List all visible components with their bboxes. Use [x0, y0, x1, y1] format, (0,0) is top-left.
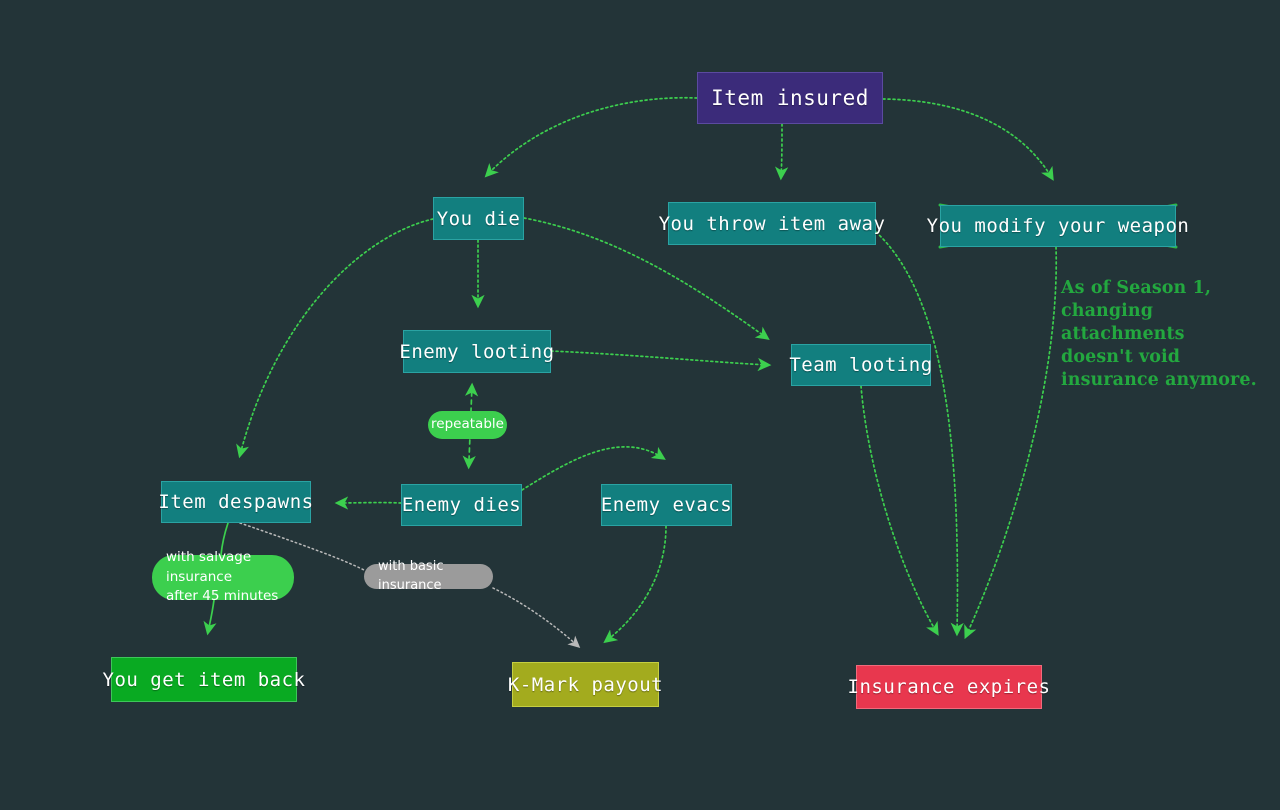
- diagram-canvas: Item insured You die You throw item away…: [0, 0, 1280, 810]
- node-you-throw-item-away[interactable]: You throw item away: [659, 202, 885, 245]
- node-label: Enemy looting: [399, 340, 555, 363]
- node-label: Item insured: [711, 86, 869, 110]
- annotation-text: As of Season 1, changing attachments doe…: [1061, 278, 1257, 391]
- edge-enemy-looting-to-team-looting: [550, 350, 772, 372]
- node-k-mark-payout[interactable]: K-Mark payout: [508, 662, 663, 707]
- node-enemy-evacs[interactable]: Enemy evacs: [601, 484, 732, 526]
- edge-you-throw-item-away-to-insurance-expires: [875, 231, 964, 637]
- node-item-insured[interactable]: Item insured: [697, 72, 883, 124]
- pill-label: with salvage insurance after 45 minutes: [166, 549, 279, 605]
- pill-label: with basic insurance: [378, 558, 444, 593]
- node-item-despawns[interactable]: Item despawns: [158, 481, 314, 523]
- node-label: Item despawns: [158, 491, 314, 513]
- edge-item-insured-to-you-die: [484, 96, 698, 178]
- node-label: Team looting: [789, 354, 933, 376]
- node-team-looting[interactable]: Team looting: [789, 344, 933, 386]
- edge-label-with-basic-insurance[interactable]: with basic insurance: [364, 559, 493, 593]
- edge-basic-pill-to-k-mark-payout: [492, 587, 581, 648]
- node-enemy-looting[interactable]: Enemy looting: [399, 330, 554, 373]
- pill-label: repeatable: [431, 416, 504, 433]
- edge-item-insured-to-you-modify-weapon: [882, 98, 1054, 181]
- node-enemy-dies[interactable]: Enemy dies: [401, 484, 522, 526]
- node-label: Insurance expires: [847, 676, 1051, 698]
- edge-label-with-salvage-insurance[interactable]: with salvage insurance after 45 minutes: [152, 549, 294, 604]
- annotation-season-1-note: As of Season 1, changing attachments doe…: [1061, 254, 1276, 393]
- node-label: Enemy dies: [401, 494, 522, 516]
- node-label: You get item back: [102, 668, 306, 691]
- edge-you-modify-weapon-to-insurance-expires: [964, 246, 1058, 640]
- node-you-get-item-back[interactable]: You get item back: [103, 657, 305, 702]
- edge-item-insured-to-you-throw-item-away: [774, 123, 789, 181]
- node-you-die[interactable]: You die: [433, 197, 524, 240]
- edge-label-repeatable[interactable]: repeatable: [428, 411, 507, 439]
- node-insurance-expires[interactable]: Insurance expires: [848, 665, 1050, 709]
- edge-team-looting-to-insurance-expires: [860, 385, 939, 636]
- node-label: You modify your weapon: [926, 215, 1190, 237]
- edge-enemy-evacs-to-k-mark-payout: [603, 525, 667, 644]
- node-label: You die: [436, 207, 521, 230]
- node-label: Enemy evacs: [600, 494, 733, 516]
- node-you-modify-weapon[interactable]: You modify your weapon: [927, 205, 1189, 247]
- node-label: K-Mark payout: [507, 673, 664, 696]
- node-label: You throw item away: [658, 212, 886, 235]
